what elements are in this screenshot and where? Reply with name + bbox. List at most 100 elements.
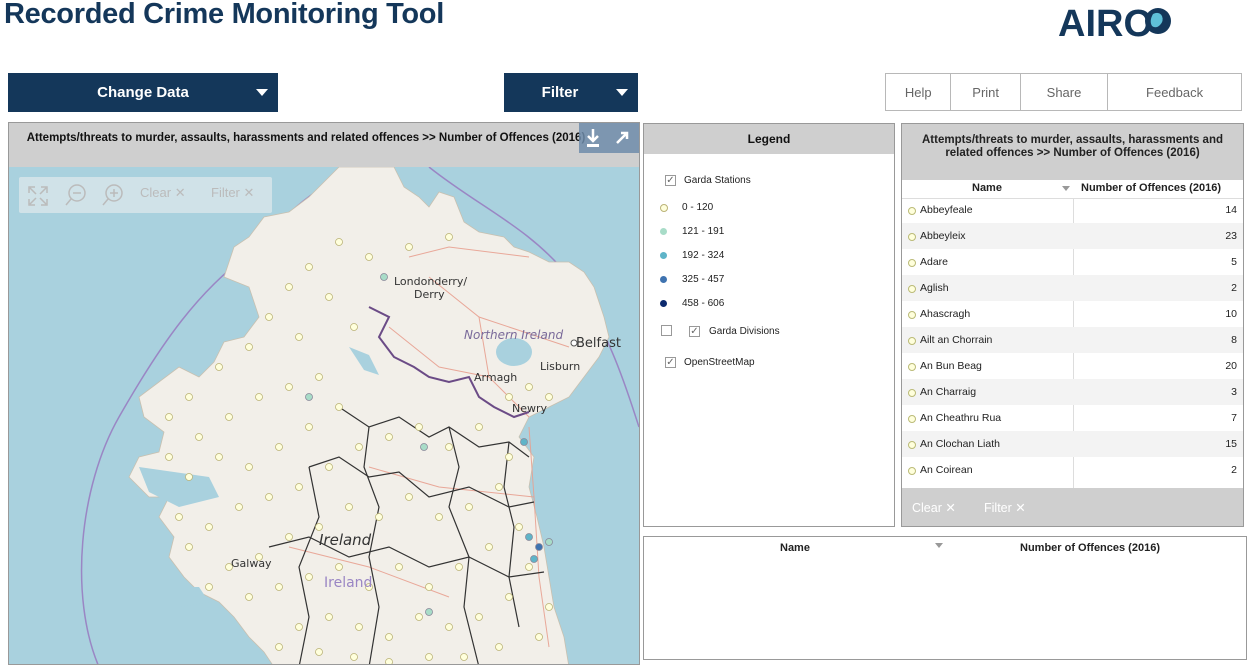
table-row[interactable]: An Cheathru Rua 7 <box>902 405 1243 431</box>
garda-divisions-checkbox[interactable]: ✓ <box>689 326 700 337</box>
zoom-out-icon[interactable] <box>64 183 88 207</box>
table-title: Attempts/threats to murder, assaults, ha… <box>902 124 1243 180</box>
table-row[interactable]: Adare 5 <box>902 249 1243 275</box>
row-name: An Bun Beag <box>920 360 982 372</box>
map-filter-label: Filter <box>211 185 240 200</box>
map-title: Attempts/threats to murder, assaults, ha… <box>9 123 639 167</box>
legend-panel: Legend ✓ Garda Stations 0 - 120 121 - 19… <box>643 123 895 527</box>
table-row[interactable]: Ailt an Chorrain 8 <box>902 327 1243 353</box>
help-button[interactable]: Help <box>886 74 952 110</box>
zoom-in-icon[interactable] <box>101 183 125 207</box>
table-row[interactable]: Abbeyleix 23 <box>902 223 1243 249</box>
map-label-newry: Newry <box>512 402 548 415</box>
station-dot-icon <box>908 259 916 267</box>
osm-label: OpenStreetMap <box>684 357 755 368</box>
filter-label: Filter <box>541 84 579 101</box>
col-header-name[interactable]: Name <box>972 182 1002 198</box>
col-header-value[interactable]: Number of Offences (2016) <box>1081 182 1221 198</box>
station-dot-icon <box>908 207 916 215</box>
garda-stations-checkbox[interactable]: ✓ <box>665 175 676 186</box>
close-icon: ✕ <box>174 185 186 200</box>
map-toolbar: Clear ✕ Filter ✕ <box>19 177 272 213</box>
table-clear-label: Clear <box>912 501 942 515</box>
table-footer: Clear ✕ Filter ✕ <box>902 488 1243 526</box>
legend-class-3: 325 - 457 <box>682 274 725 285</box>
bottom-col-header-value[interactable]: Number of Offences (2016) <box>1020 542 1160 554</box>
legend-class-1: 121 - 191 <box>682 226 725 237</box>
map-label-ni: Northern Ireland <box>464 328 563 342</box>
bottom-col-header-name[interactable]: Name <box>780 542 810 554</box>
map-label-derry2: Derry <box>414 288 445 301</box>
map-label-armagh: Armagh <box>474 371 517 384</box>
station-dot-icon <box>908 415 916 423</box>
table-row[interactable]: Aglish 2 <box>902 275 1243 301</box>
close-icon: ✕ <box>945 501 956 515</box>
station-dot-icon <box>908 363 916 371</box>
station-dot-icon <box>908 285 916 293</box>
row-value: 23 <box>1225 230 1237 242</box>
map-filter-button[interactable]: Filter ✕ <box>211 185 254 201</box>
row-name: An Cheathru Rua <box>920 412 1002 424</box>
station-dot-icon <box>908 233 916 241</box>
station-dot-icon <box>908 337 916 345</box>
station-dot-icon <box>908 441 916 449</box>
garda-divisions-expand-checkbox[interactable] <box>661 325 672 336</box>
chevron-down-icon <box>256 89 268 96</box>
row-name: An Clochan Liath <box>920 438 1000 450</box>
row-name: An Coirean <box>920 464 973 476</box>
map-label-belfast: Belfast <box>576 336 621 351</box>
row-name: Ahascragh <box>920 308 971 320</box>
table-clear-button[interactable]: Clear ✕ <box>912 500 956 515</box>
table-filter-button[interactable]: Filter ✕ <box>984 500 1026 515</box>
chevron-down-icon <box>616 89 628 96</box>
table-row[interactable]: Ahascragh 10 <box>902 301 1243 327</box>
change-data-button[interactable]: Change Data <box>8 73 278 112</box>
legend-swatch-3 <box>660 276 667 283</box>
row-name: Ailt an Chorrain <box>920 334 993 346</box>
map-clear-label: Clear <box>140 185 172 200</box>
sort-icon[interactable] <box>1062 186 1070 191</box>
legend-class-2: 192 - 324 <box>682 250 725 261</box>
logo-text: AIRO <box>1058 3 1153 42</box>
table-row[interactable]: An Clochan Liath 15 <box>902 431 1243 457</box>
map-label-ireland-1: Ireland <box>319 531 372 549</box>
station-dot-icon <box>908 389 916 397</box>
sort-icon[interactable] <box>935 543 943 548</box>
print-button[interactable]: Print <box>951 74 1021 110</box>
row-value: 2 <box>1231 464 1237 476</box>
close-icon: ✕ <box>1015 501 1026 515</box>
row-value: 14 <box>1225 204 1237 216</box>
share-button[interactable]: Share <box>1021 74 1109 110</box>
table-row[interactable]: Abbeyfeale 14 <box>902 197 1243 223</box>
filter-button[interactable]: Filter <box>504 73 638 112</box>
map-panel: Attempts/threats to murder, assaults, ha… <box>8 122 640 665</box>
map-clear-button[interactable]: Clear ✕ <box>140 185 186 201</box>
table-panel: Attempts/threats to murder, assaults, ha… <box>901 123 1244 527</box>
change-data-label: Change Data <box>97 84 189 101</box>
legend-swatch-0 <box>660 204 668 212</box>
table-filter-label: Filter <box>984 501 1012 515</box>
table-row[interactable]: An Bun Beag 20 <box>902 353 1243 379</box>
row-name: Abbeyfeale <box>920 204 973 216</box>
station-dot-icon <box>908 311 916 319</box>
table-row[interactable]: An Coirean 2 <box>902 457 1243 483</box>
garda-divisions-label: Garda Divisions <box>709 326 780 337</box>
map-label-galway: Galway <box>231 557 272 570</box>
legend-swatch-1 <box>660 228 667 235</box>
row-value: 3 <box>1231 386 1237 398</box>
osm-checkbox[interactable]: ✓ <box>665 357 676 368</box>
row-name: Aglish <box>920 282 949 294</box>
map-label-derry: Londonderry/ <box>394 275 467 288</box>
feedback-button[interactable]: Feedback <box>1108 74 1241 110</box>
map-canvas[interactable]: Londonderry/ Derry Northern Ireland Belf… <box>9 167 639 665</box>
row-name: An Charraig <box>920 386 977 398</box>
download-button[interactable] <box>579 123 639 153</box>
airo-logo: AIRO <box>1058 3 1171 42</box>
row-value: 2 <box>1231 282 1237 294</box>
legend-swatch-4 <box>660 300 667 307</box>
table-row[interactable]: An Charraig 3 <box>902 379 1243 405</box>
fullscreen-icon[interactable] <box>27 185 49 207</box>
selection-table: Name Number of Offences (2016) <box>643 536 1247 660</box>
row-value: 20 <box>1225 360 1237 372</box>
legend-class-4: 458 - 606 <box>682 298 725 309</box>
